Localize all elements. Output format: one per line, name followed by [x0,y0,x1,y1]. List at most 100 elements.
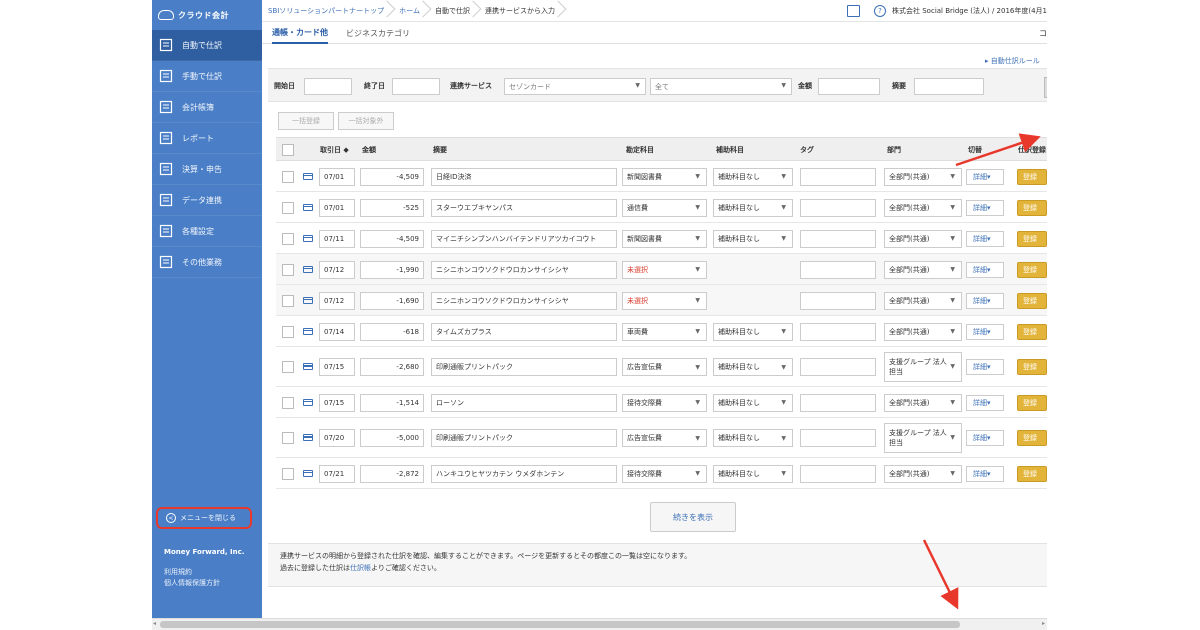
detail-button[interactable]: 詳細 ▾ [966,430,1004,446]
account-select[interactable]: 新聞図書費 ▼ [622,167,707,186]
company-fiscal-year[interactable]: 株式会社 Social Bridge (法人) / 2016年度(4月1 [892,6,1047,16]
sidebar-item-3[interactable]: レポート [152,123,262,154]
detail-button[interactable]: 詳細 ▾ [966,261,1004,278]
department-select[interactable]: 全部門(共通) ▼ [884,322,962,341]
row-checkbox[interactable] [282,467,294,480]
memo-field[interactable]: マイニチシンブンハンバイテンドリアツカイコウト [431,229,617,248]
sub-account-select[interactable]: 補助科目なし ▼ [713,358,793,376]
tag-input[interactable] [800,429,876,447]
amount-field[interactable]: -525 [360,198,424,217]
tag-input[interactable] [800,167,876,186]
department-select[interactable]: 支援グループ 法人担当 ▼ [884,352,962,382]
detail-button[interactable]: 詳細 ▾ [966,359,1004,375]
date-field[interactable]: 07/01 [319,167,355,186]
app-logo[interactable]: クラウド会計 [152,0,262,30]
amount-field[interactable]: -1,514 [360,393,424,412]
amount-field[interactable]: -5,000 [360,429,424,447]
sidebar-item-2[interactable]: 会計帳簿 [152,92,262,123]
date-field[interactable]: 07/01 [319,198,355,217]
service-select[interactable]: セゾンカード ▼ [504,78,646,95]
register-button[interactable]: 登録 [1017,430,1047,446]
scroll-thumb[interactable] [160,621,960,628]
breadcrumb-partner-top[interactable]: SBIソリューションパートナートップ [262,0,393,22]
select-all-checkbox[interactable] [282,144,294,156]
memo-input[interactable] [914,78,984,95]
scroll-right-icon[interactable]: ▸ [1042,620,1045,627]
breadcrumb-home[interactable]: ホーム [393,0,429,22]
sub-account-select[interactable]: 補助科目なし ▼ [713,393,793,412]
tag-input[interactable] [800,322,876,341]
department-select[interactable]: 全部門(共通) ▼ [884,167,962,186]
date-field[interactable]: 07/20 [319,429,355,447]
register-button[interactable]: 登録 [1017,394,1047,411]
sidebar-item-6[interactable]: 各種設定 [152,216,262,247]
account-select[interactable]: 未選択 ▼ [622,291,707,310]
scroll-left-icon[interactable]: ◂ [153,620,156,627]
breadcrumb-auto-journal[interactable]: 自動で仕訳 [429,0,479,22]
department-select[interactable]: 全部門(共通) ▼ [884,229,962,248]
memo-field[interactable]: 日経ID決済 [431,167,617,186]
detail-button[interactable]: 詳細 ▾ [966,323,1004,340]
sub-account-select[interactable]: 補助科目なし ▼ [713,464,793,483]
help-icon[interactable]: ? [874,5,887,17]
register-button[interactable]: 登録 [1017,230,1047,247]
detail-button[interactable]: 詳細 ▾ [966,465,1004,482]
tab-business-category[interactable]: ビジネスカテゴリ [346,22,410,44]
memo-field[interactable]: ハンキユウヒヤツカテン ウメダホンテン [431,464,617,483]
account-select[interactable]: 通信費 ▼ [622,198,707,217]
department-select[interactable]: 全部門(共通) ▼ [884,260,962,279]
memo-field[interactable]: タイムズカプラス [431,322,617,341]
sidebar-item-7[interactable]: その他業務 [152,247,262,278]
date-field[interactable]: 07/12 [319,260,355,279]
tag-input[interactable] [800,393,876,412]
tag-input[interactable] [800,291,876,310]
type-select[interactable]: 全て ▼ [650,78,792,95]
amount-field[interactable]: -2,872 [360,464,424,483]
search-button[interactable] [1044,77,1047,98]
sidebar-item-5[interactable]: データ連携 [152,185,262,216]
horizontal-scrollbar[interactable]: ◂ ▸ [152,618,1047,630]
row-checkbox[interactable] [282,361,294,373]
date-field[interactable]: 07/15 [319,358,355,376]
amount-input[interactable] [818,78,880,95]
detail-button[interactable]: 詳細 ▾ [966,168,1004,185]
register-button[interactable]: 登録 [1017,199,1047,216]
sub-account-select[interactable]: 補助科目なし ▼ [713,322,793,341]
tab-bank-card[interactable]: 通帳・カード他 [272,22,328,44]
date-field[interactable]: 07/21 [319,464,355,483]
sidebar-item-1[interactable]: 手動で仕訳 [152,61,262,92]
memo-field[interactable]: 印刷通販プリントパック [431,429,617,447]
row-checkbox[interactable] [282,232,294,245]
sidebar-item-0[interactable]: 自動で仕訳 [152,30,262,61]
bulk-register-button[interactable]: 一括登録 [278,112,334,130]
terms-link[interactable]: 利用規約 [164,567,192,577]
row-checkbox[interactable] [282,170,294,183]
date-field[interactable]: 07/11 [319,229,355,248]
header-date[interactable]: 取引日 ◆ [320,145,349,155]
account-select[interactable]: 広告宣伝費 ▼ [622,429,707,447]
register-button[interactable]: 登録 [1017,261,1047,278]
amount-field[interactable]: -1,690 [360,291,424,310]
auto-journal-rule-link[interactable]: ▸ 自動仕訳ルール [985,56,1040,66]
department-select[interactable]: 全部門(共通) ▼ [884,464,962,483]
row-checkbox[interactable] [282,396,294,409]
account-select[interactable]: 接待交際費 ▼ [622,464,707,483]
journal-book-link[interactable]: 仕訳帳 [350,564,371,572]
sub-account-select[interactable]: 補助科目なし ▼ [713,429,793,447]
tag-input[interactable] [800,229,876,248]
row-checkbox[interactable] [282,201,294,214]
row-checkbox[interactable] [282,263,294,276]
bulk-exclude-button[interactable]: 一括対象外 [338,112,394,130]
sub-account-select[interactable]: 補助科目なし ▼ [713,167,793,186]
department-select[interactable]: 全部門(共通) ▼ [884,198,962,217]
register-button[interactable]: 登録 [1017,359,1047,375]
row-checkbox[interactable] [282,325,294,338]
document-icon[interactable] [847,5,861,17]
department-select[interactable]: 全部門(共通) ▼ [884,393,962,412]
memo-field[interactable]: ニシニホンコウソクドウロカンサイシシヤ [431,260,617,279]
amount-field[interactable]: -4,509 [360,167,424,186]
register-button[interactable]: 登録 [1017,168,1047,185]
memo-field[interactable]: ローソン [431,393,617,412]
amount-field[interactable]: -618 [360,322,424,341]
detail-button[interactable]: 詳細 ▾ [966,292,1004,309]
